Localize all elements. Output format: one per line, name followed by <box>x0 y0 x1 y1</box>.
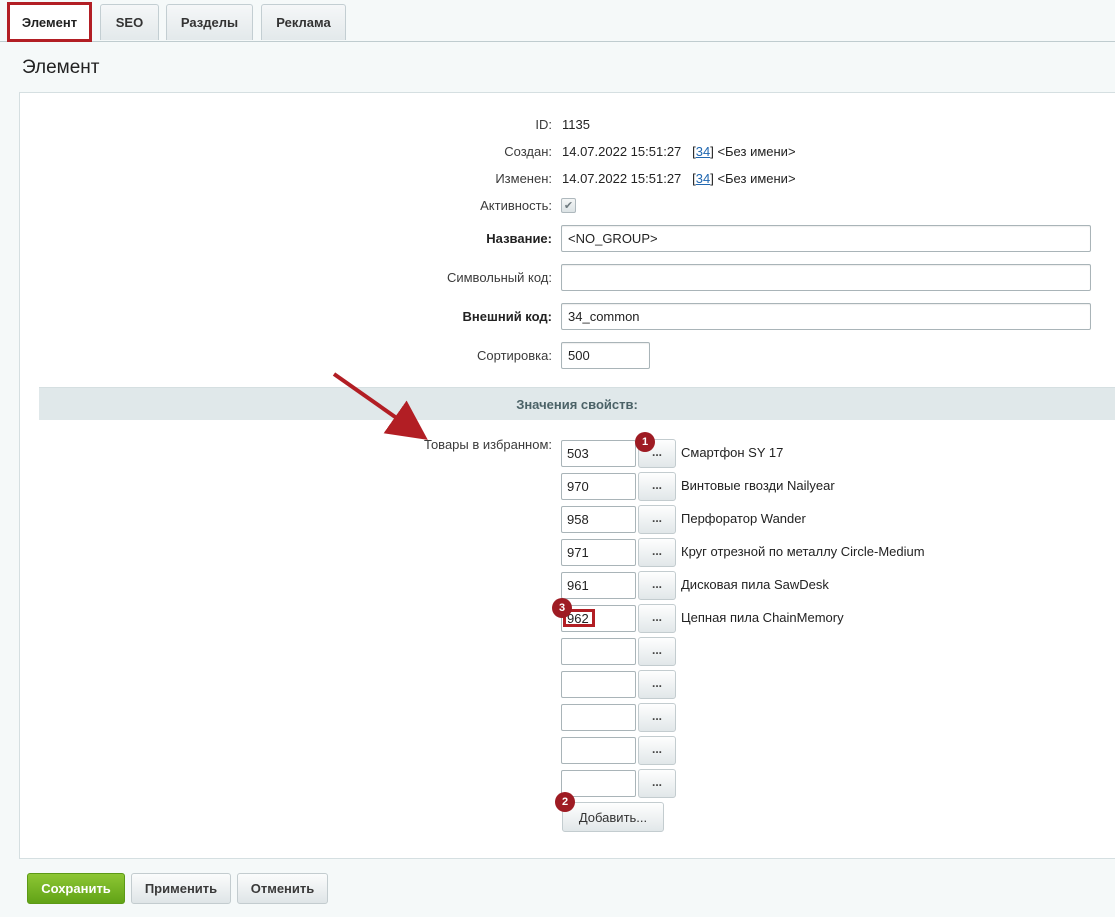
property-id-input[interactable] <box>561 770 636 797</box>
property-item-name: Винтовые гвозди Nailyear <box>681 478 835 493</box>
id-label: ID: <box>535 117 552 132</box>
tab-advertising[interactable]: Реклама <box>261 4 346 40</box>
select-element-button[interactable]: ... <box>638 538 676 567</box>
property-id-input[interactable] <box>561 473 636 500</box>
annotation-badge-2: 2 <box>555 792 575 812</box>
property-id-input[interactable] <box>561 638 636 665</box>
property-id-input[interactable] <box>561 737 636 764</box>
property-item-name: Цепная пила ChainMemory <box>681 610 844 625</box>
tab-label: Разделы <box>180 15 239 30</box>
modified-value: 14.07.2022 15:51:27 [34] <Без имени> <box>562 171 796 186</box>
tab-bar: Элемент SEO Разделы Реклама <box>0 0 1115 42</box>
modified-user-link[interactable]: 34 <box>696 171 710 186</box>
cancel-button[interactable]: Отменить <box>237 873 328 904</box>
created-label: Создан: <box>504 144 552 159</box>
property-item-name: Круг отрезной по металлу Circle-Medium <box>681 544 925 559</box>
sort-input[interactable] <box>561 342 650 369</box>
modified-user-name: <Без имени> <box>717 171 796 186</box>
property-item-name: Перфоратор Wander <box>681 511 806 526</box>
add-property-button[interactable]: Добавить... <box>562 802 664 832</box>
properties-header: Значения свойств: <box>39 387 1115 420</box>
property-id-input[interactable] <box>561 539 636 566</box>
annotation-badge-1: 1 <box>635 432 655 452</box>
tab-label: Реклама <box>276 15 331 30</box>
name-input[interactable] <box>561 225 1091 252</box>
created-date: 14.07.2022 15:51:27 <box>562 144 682 159</box>
select-element-button[interactable]: ... <box>638 472 676 501</box>
tab-sections[interactable]: Разделы <box>166 4 253 40</box>
id-value: 1135 <box>562 117 590 132</box>
tab-label: SEO <box>115 15 144 30</box>
save-button[interactable]: Сохранить <box>27 873 125 904</box>
select-element-button[interactable]: ... <box>638 637 676 666</box>
tab-element[interactable]: Элемент <box>7 2 92 42</box>
property-id-input[interactable] <box>561 704 636 731</box>
code-input[interactable] <box>561 264 1091 291</box>
favorites-label: Товары в избранном: <box>424 437 552 452</box>
property-id-input[interactable] <box>561 572 636 599</box>
xml-id-label: Внешний код: <box>462 309 552 324</box>
property-item-name: Смартфон SY 17 <box>681 445 784 460</box>
tab-label: Элемент <box>21 15 78 30</box>
select-element-button[interactable]: ... <box>638 769 676 798</box>
select-element-button[interactable]: ... <box>638 736 676 765</box>
property-id-input[interactable] <box>561 440 636 467</box>
active-label: Активность: <box>480 198 552 213</box>
created-user-link[interactable]: 34 <box>696 144 710 159</box>
annotation-badge-3: 3 <box>552 598 572 618</box>
property-id-input[interactable] <box>561 671 636 698</box>
created-user-name: <Без имени> <box>717 144 796 159</box>
apply-button[interactable]: Применить <box>131 873 231 904</box>
name-label: Название: <box>486 231 552 246</box>
select-element-button[interactable]: ... <box>638 604 676 633</box>
checkmark-icon: ✔ <box>563 200 574 212</box>
page-title: Элемент <box>22 57 100 78</box>
select-element-button[interactable]: ... <box>638 703 676 732</box>
created-value: 14.07.2022 15:51:27 [34] <Без имени> <box>562 144 796 159</box>
property-id-input[interactable] <box>561 506 636 533</box>
active-checkbox[interactable]: ✔ <box>561 198 576 213</box>
select-element-button[interactable]: ... <box>638 505 676 534</box>
property-item-name: Дисковая пила SawDesk <box>681 577 829 592</box>
code-label: Символьный код: <box>446 270 552 285</box>
sort-label: Сортировка: <box>477 348 552 363</box>
modified-date: 14.07.2022 15:51:27 <box>562 171 682 186</box>
tab-seo[interactable]: SEO <box>100 4 159 40</box>
modified-label: Изменен: <box>495 171 552 186</box>
select-element-button[interactable]: ... <box>638 670 676 699</box>
xml-id-input[interactable] <box>561 303 1091 330</box>
select-element-button[interactable]: ... <box>638 571 676 600</box>
